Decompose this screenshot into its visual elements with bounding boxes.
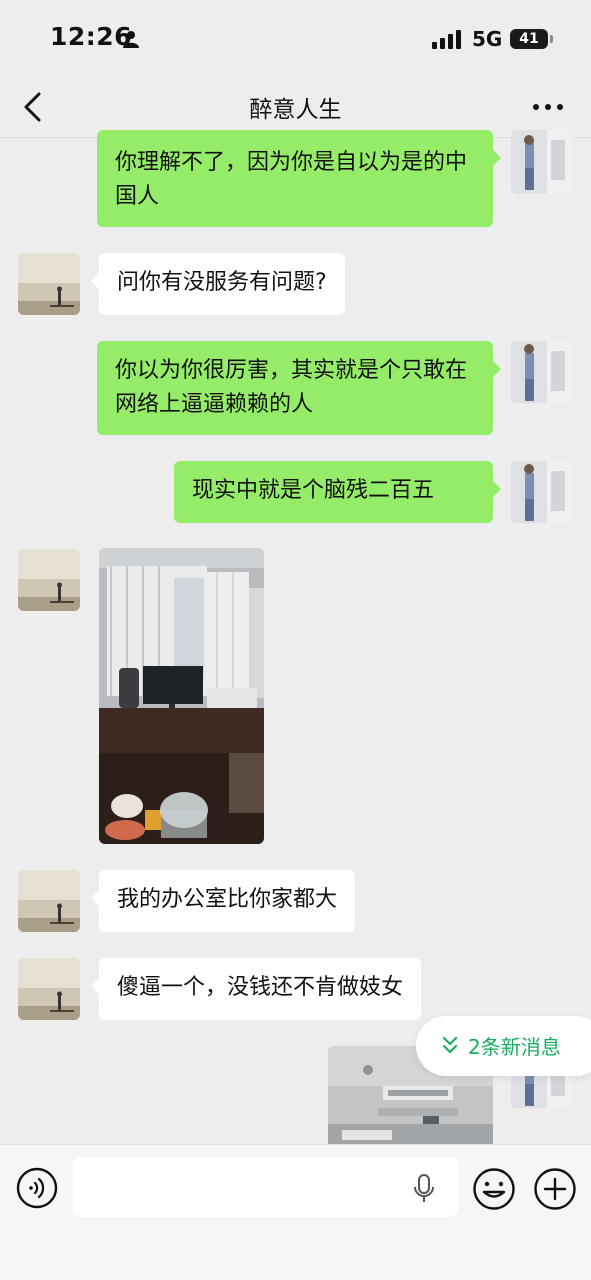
contact-avatar-image <box>18 958 80 1020</box>
contact-avatar-image <box>18 253 80 315</box>
self-avatar[interactable] <box>511 341 573 403</box>
voice-icon[interactable] <box>16 1167 58 1209</box>
double-chevron-down-icon <box>442 1036 458 1054</box>
message-text: 问你有没服务有问题? <box>117 270 327 295</box>
chat-title: 醉意人生 <box>249 97 342 123</box>
message-input[interactable] <box>73 1157 458 1217</box>
self-avatar[interactable] <box>511 461 573 523</box>
message-bubble[interactable]: 你理解不了，因为你是自以为是的中国人 <box>97 130 501 227</box>
contact-avatar[interactable] <box>18 958 80 1020</box>
new-messages-label: 2条新消息 <box>468 1035 561 1059</box>
self-avatar-image <box>511 341 573 403</box>
contact-avatar[interactable] <box>18 253 80 315</box>
battery-tip <box>550 35 553 43</box>
message-text: 你理解不了，因为你是自以为是的中国人 <box>115 150 468 209</box>
new-messages-button[interactable]: 2条新消息 <box>416 1016 591 1076</box>
self-avatar[interactable] <box>511 130 573 194</box>
contact-avatar-image <box>18 549 80 611</box>
more-icon[interactable] <box>530 94 566 120</box>
plus-icon[interactable] <box>533 1167 577 1211</box>
battery-icon: 41 <box>510 29 548 49</box>
message-text: 现实中就是个脑残二百五 <box>192 478 435 503</box>
chat-header: 醉意人生 <box>0 76 591 138</box>
message-bubble[interactable]: 傻逼一个，没钱还不肯做妓女 <box>90 958 422 1020</box>
status-bar: 12:26 5G 41 <box>0 0 591 76</box>
message-text: 你以为你很厉害，其实就是个只敢在网络上逼逼赖赖的人 <box>115 358 468 417</box>
contact-avatar-image <box>18 870 80 932</box>
message-bubble[interactable]: 我的办公室比你家都大 <box>90 870 356 932</box>
self-avatar-image <box>511 461 573 523</box>
contact-avatar[interactable] <box>18 549 80 611</box>
mic-icon[interactable] <box>412 1173 436 1205</box>
message-text: 傻逼一个，没钱还不肯做妓女 <box>117 975 404 1000</box>
message-bubble[interactable]: 问你有没服务有问题? <box>91 253 345 315</box>
self-avatar-image <box>511 130 573 194</box>
input-bar <box>0 1144 591 1280</box>
emoji-icon[interactable] <box>472 1167 516 1211</box>
signal-icon <box>432 30 461 49</box>
photo-image <box>99 548 264 844</box>
message-text: 我的办公室比你家都大 <box>117 887 338 912</box>
message-bubble[interactable]: 现实中就是个脑残二百五 <box>174 461 501 523</box>
network-type: 5G <box>472 27 503 51</box>
message-bubble[interactable]: 你以为你很厉害，其实就是个只敢在网络上逼逼赖赖的人 <box>97 341 501 435</box>
status-time: 12:26 <box>50 22 133 51</box>
person-icon <box>123 31 139 48</box>
office-desk-photo[interactable] <box>99 548 264 844</box>
contact-avatar[interactable] <box>18 870 80 932</box>
